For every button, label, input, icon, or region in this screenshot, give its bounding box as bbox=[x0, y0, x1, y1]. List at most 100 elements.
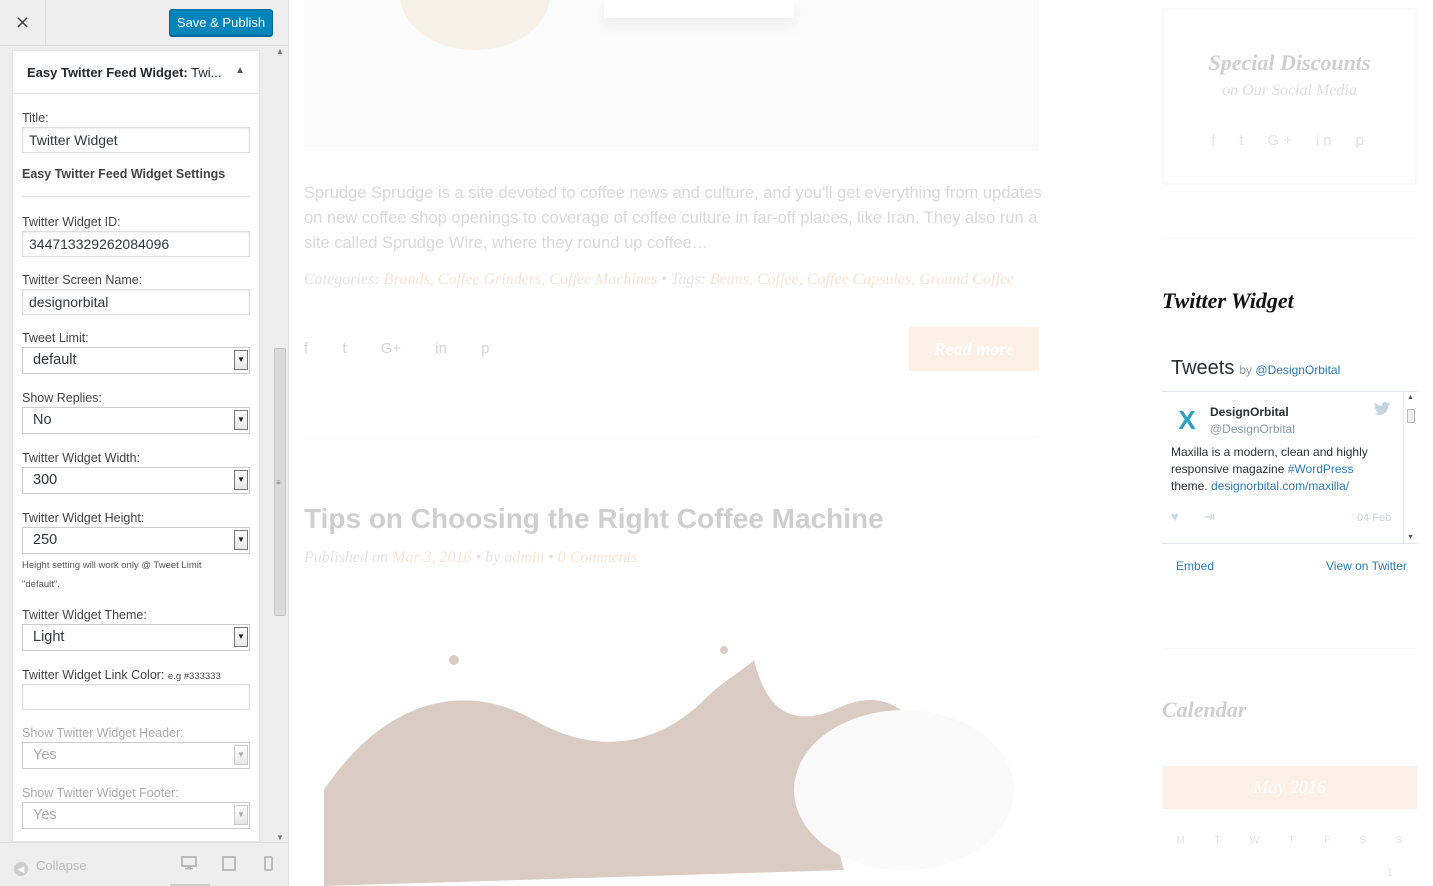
coffee-splash-image bbox=[324, 646, 1014, 886]
facebook-icon[interactable]: f bbox=[304, 340, 308, 357]
calendar-weekdays: MTWTFSS bbox=[1176, 835, 1403, 846]
post-meta: Categories: Brands, Coffee Grinders, Cof… bbox=[304, 271, 1015, 288]
show-replies-label: Show Replies: bbox=[22, 391, 102, 405]
tweet-list[interactable]: X DesignOrbital @DesignOrbital Maxilla i… bbox=[1161, 391, 1418, 544]
tweet-limit-select[interactable]: default ▼ bbox=[22, 347, 250, 374]
calendar-month: May 2016 bbox=[1162, 766, 1417, 809]
special-discounts-subtitle: on Our Social Media bbox=[1222, 82, 1357, 99]
link-color-label: Twitter Widget Link Color: e.g #333333 bbox=[22, 668, 221, 682]
width-label: Twitter Widget Width: bbox=[22, 451, 141, 465]
post-published-meta: Published on Mar 3, 2016 • by admin • 0 … bbox=[304, 549, 638, 566]
timeline-scrollbar[interactable]: ▲ ▼ bbox=[1403, 392, 1418, 543]
width-select[interactable]: 300 ▼ bbox=[22, 467, 250, 494]
theme-label: Twitter Widget Theme: bbox=[22, 608, 147, 622]
show-footer-select[interactable]: Yes ▼ bbox=[22, 802, 250, 829]
calendar-day[interactable]: 1 bbox=[1387, 868, 1393, 879]
scroll-down-icon[interactable]: ▼ bbox=[276, 833, 284, 842]
show-replies-select[interactable]: No ▼ bbox=[22, 407, 250, 434]
collapse-arrow-icon[interactable]: ▲ bbox=[235, 65, 245, 76]
twitter-icon[interactable]: t bbox=[1239, 132, 1247, 149]
tweet-author-handle[interactable]: @DesignOrbital bbox=[1210, 422, 1295, 436]
special-discounts-box: Special Discounts on Our Social Media f t… bbox=[1162, 8, 1417, 185]
divider bbox=[22, 196, 250, 197]
scroll-thumb[interactable] bbox=[1407, 409, 1415, 423]
tweet-author-name[interactable]: DesignOrbital bbox=[1210, 405, 1289, 419]
scroll-up-icon[interactable]: ▲ bbox=[1407, 394, 1414, 401]
link-color-input[interactable] bbox=[22, 684, 250, 710]
scroll-up-icon[interactable]: ▲ bbox=[276, 47, 284, 56]
sidebar-divider bbox=[1162, 238, 1417, 239]
twitter-bird-icon[interactable] bbox=[1374, 401, 1390, 418]
panel-scrollbar[interactable]: ▲ ≡ ▼ bbox=[272, 45, 288, 842]
settings-heading: Easy Twitter Feed Widget Settings bbox=[22, 167, 226, 181]
google-plus-icon[interactable]: G+ bbox=[1267, 132, 1295, 149]
tweet-link[interactable]: designorbital.com/maxilla/ bbox=[1211, 479, 1349, 493]
post-excerpt: Sprudge Sprudge is a site devoted to cof… bbox=[304, 184, 1042, 252]
share-icon[interactable]: ⇥ bbox=[1204, 509, 1215, 524]
show-footer-label: Show Twitter Widget Footer: bbox=[22, 786, 179, 800]
tablet-icon[interactable] bbox=[222, 856, 236, 874]
dropdown-arrow-icon: ▼ bbox=[234, 530, 248, 550]
panel-header: × Save & Publish bbox=[0, 0, 288, 46]
save-publish-button[interactable]: Save & Publish bbox=[169, 9, 273, 36]
view-on-twitter-link[interactable]: View on Twitter bbox=[1326, 559, 1407, 573]
post-divider bbox=[304, 436, 1039, 437]
share-icons: f t G+ in p bbox=[304, 340, 520, 357]
site-preview: Sprudge Sprudge is a site devoted to cof… bbox=[289, 0, 1433, 886]
twitter-timeline: Tweets by @DesignOrbital X DesignOrbital … bbox=[1161, 350, 1419, 585]
linkedin-icon[interactable]: in bbox=[435, 340, 447, 357]
twitter-icon[interactable]: t bbox=[342, 340, 346, 357]
embed-link[interactable]: Embed bbox=[1176, 559, 1214, 573]
collapse-icon: ◀ bbox=[14, 862, 28, 876]
title-label: Title: bbox=[22, 111, 49, 125]
theme-select[interactable]: Light ▼ bbox=[22, 624, 250, 651]
scroll-grip-icon: ≡ bbox=[276, 478, 281, 487]
customizer-panel: × Save & Publish Easy Twitter Feed Widge… bbox=[0, 0, 289, 886]
post-image bbox=[304, 0, 1039, 151]
avatar[interactable]: X bbox=[1172, 406, 1202, 434]
widget-card: Easy Twitter Feed Widget: Twi... ▲ Title… bbox=[12, 50, 260, 842]
special-discounts-title: Special Discounts bbox=[1208, 50, 1371, 75]
dropdown-arrow-icon: ▼ bbox=[234, 470, 248, 490]
dropdown-arrow-icon: ▼ bbox=[234, 805, 248, 825]
facebook-icon[interactable]: f bbox=[1211, 132, 1219, 149]
pinterest-icon[interactable]: p bbox=[481, 340, 489, 357]
height-label: Twitter Widget Height: bbox=[22, 511, 145, 525]
show-header-select[interactable]: Yes ▼ bbox=[22, 742, 250, 769]
mobile-icon[interactable] bbox=[264, 856, 273, 874]
dropdown-arrow-icon: ▼ bbox=[234, 350, 248, 370]
linkedin-icon[interactable]: in bbox=[1316, 132, 1336, 149]
show-header-label: Show Twitter Widget Header: bbox=[22, 726, 184, 740]
title-input[interactable]: Twitter Widget bbox=[22, 127, 250, 153]
google-plus-icon[interactable]: G+ bbox=[381, 340, 401, 357]
cup-image bbox=[604, 0, 794, 18]
widget-id-input[interactable]: 344713329262084096 bbox=[22, 231, 250, 257]
dropdown-arrow-icon: ▼ bbox=[234, 745, 248, 765]
widget-header[interactable]: Easy Twitter Feed Widget: Twi... ▲ bbox=[13, 51, 259, 94]
tweet-date[interactable]: 04 Feb bbox=[1357, 512, 1391, 524]
height-note: Height setting will work only @ Tweet Li… bbox=[22, 560, 202, 590]
height-select[interactable]: 250 ▼ bbox=[22, 527, 250, 554]
collapse-button[interactable]: ◀ Collapse bbox=[14, 858, 87, 876]
post-title[interactable]: Tips on Choosing the Right Coffee Machin… bbox=[304, 503, 884, 535]
hashtag-link[interactable]: #WordPress bbox=[1288, 462, 1354, 476]
dropdown-arrow-icon: ▼ bbox=[234, 410, 248, 430]
timeline-handle-link[interactable]: @DesignOrbital bbox=[1255, 363, 1340, 377]
cookie-image bbox=[400, 0, 550, 50]
tweet-actions: ♥ ⇥ bbox=[1171, 509, 1215, 525]
screen-name-input[interactable]: designorbital bbox=[22, 289, 250, 315]
widget-title: Easy Twitter Feed Widget: Twi... bbox=[27, 65, 222, 80]
widget-id-label: Twitter Widget ID: bbox=[22, 215, 121, 229]
sidebar-divider bbox=[1162, 648, 1417, 649]
panel-footer: ◀ Collapse bbox=[0, 842, 288, 886]
scroll-down-icon[interactable]: ▼ bbox=[1407, 534, 1414, 541]
like-icon[interactable]: ♥ bbox=[1171, 509, 1179, 524]
timeline-header: Tweets by @DesignOrbital bbox=[1171, 357, 1341, 379]
close-button[interactable]: × bbox=[0, 0, 46, 45]
pinterest-icon[interactable]: p bbox=[1356, 132, 1368, 149]
screen-name-label: Twitter Screen Name: bbox=[22, 273, 143, 287]
desktop-icon[interactable] bbox=[181, 856, 197, 873]
calendar-title: Calendar bbox=[1162, 697, 1247, 722]
read-more-button[interactable]: Read more bbox=[909, 327, 1039, 371]
tweet-text: Maxilla is a modern, clean and highly re… bbox=[1171, 445, 1368, 493]
